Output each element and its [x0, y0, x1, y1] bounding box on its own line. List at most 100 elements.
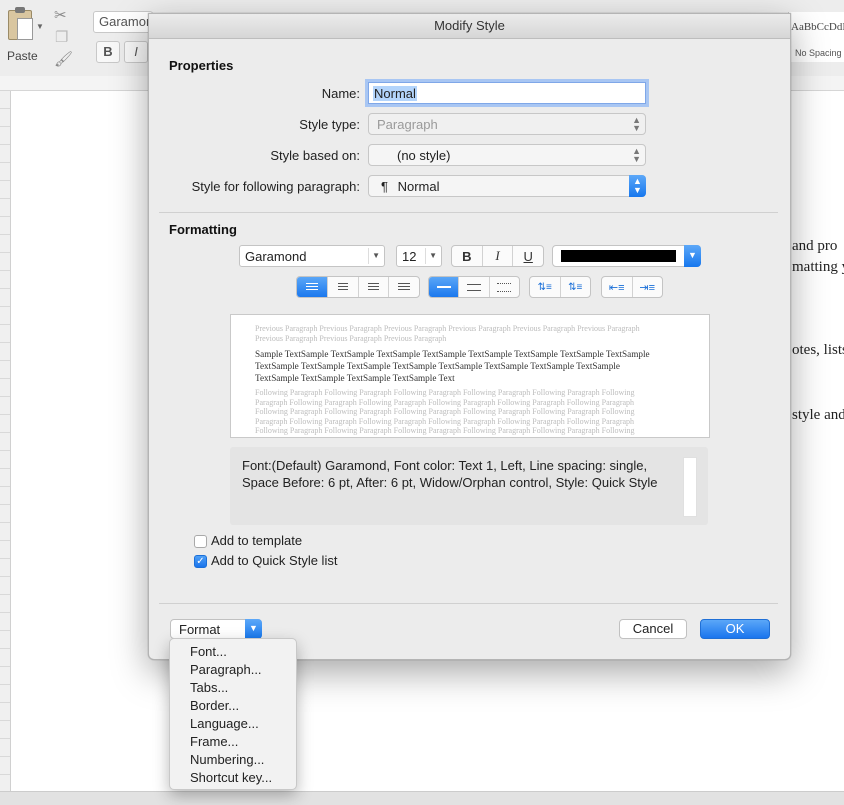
paste-button[interactable]: ▼ Paste: [2, 4, 44, 64]
increase-indent-icon: ⇥≡: [639, 281, 656, 294]
font-style-group: B I U: [451, 245, 544, 267]
properties-heading: Properties: [169, 58, 234, 73]
format-label: Format: [179, 622, 221, 637]
document-line: style and: [792, 407, 844, 423]
increase-indent-button[interactable]: ⇥≡: [633, 277, 663, 297]
font-combo[interactable]: Garamond ▼: [239, 245, 385, 267]
format-popup-button[interactable]: Format ▼: [170, 619, 262, 639]
decrease-indent-icon: ⇤≡: [608, 281, 625, 294]
justify-button[interactable]: [389, 277, 419, 297]
name-label: Name:: [321, 86, 360, 101]
modify-style-dialog: Modify Style Properties Name: Normal Sty…: [148, 13, 791, 660]
add-to-template-checkbox[interactable]: [194, 535, 207, 548]
formatting-heading: Formatting: [169, 222, 237, 237]
following-label: Style for following paragraph:: [191, 179, 360, 194]
chevron-down-icon: ▼: [684, 245, 701, 267]
document-line: and pro: [792, 238, 838, 254]
size-value: 12: [402, 249, 417, 264]
paste-paper-icon: [17, 18, 33, 40]
menu-item-frame[interactable]: Frame...: [170, 733, 296, 751]
font-color-picker[interactable]: ▼: [552, 245, 701, 267]
indent-group: ⇤≡ ⇥≡: [601, 276, 663, 298]
document-line: matting y: [792, 259, 844, 275]
updown-chevron-icon: ▲ ▼: [632, 115, 641, 133]
style-type-value: Paragraph: [377, 117, 438, 132]
menu-item-language[interactable]: Language...: [170, 715, 296, 733]
chevron-down-icon: ▼: [36, 22, 44, 31]
spacing-before-icon: ⇅≡: [537, 281, 552, 293]
paragraph-mark-icon: ¶: [381, 179, 388, 194]
vertical-ruler: [0, 91, 11, 791]
align-center-icon: [337, 282, 348, 292]
paste-label: Paste: [7, 49, 38, 63]
alignment-group: [296, 276, 420, 298]
align-left-icon: [305, 282, 318, 292]
align-right-button[interactable]: [359, 277, 390, 297]
style-type-label: Style type:: [299, 117, 360, 132]
based-on-value: (no style): [397, 148, 451, 163]
menu-item-border[interactable]: Border...: [170, 697, 296, 715]
style-type-popup: Paragraph ▲ ▼: [368, 113, 646, 135]
preview-following-paragraph: Following Paragraph Following Paragraph …: [255, 388, 635, 437]
cut-icon[interactable]: ✂: [54, 6, 67, 24]
preview-previous-paragraph: Previous Paragraph Previous Paragraph Pr…: [255, 324, 640, 343]
italic-button[interactable]: I: [483, 246, 514, 266]
styles-gallery[interactable]: AaBbCcDdE No Spacing: [788, 12, 844, 62]
underline-button[interactable]: U: [513, 246, 543, 266]
align-center-button[interactable]: [328, 277, 359, 297]
align-left-button[interactable]: [297, 277, 328, 297]
menu-item-tabs[interactable]: Tabs...: [170, 679, 296, 697]
preview-sample-text: Sample TextSample TextSample TextSample …: [255, 349, 650, 383]
chevron-down-icon: ▼: [372, 251, 380, 260]
justify-icon: [398, 282, 411, 292]
menu-item-paragraph[interactable]: Paragraph...: [170, 661, 296, 679]
checkmark-icon: ✓: [196, 556, 205, 567]
font-value: Garamond: [245, 249, 307, 264]
one-half-spacing-button[interactable]: [459, 277, 490, 297]
updown-chevron-icon: ▲ ▼: [632, 146, 641, 164]
single-spacing-icon: [436, 286, 451, 288]
single-spacing-button[interactable]: [429, 277, 460, 297]
following-popup[interactable]: ¶ Normal ▲ ▼: [368, 175, 646, 197]
style-description: Font:(Default) Garamond, Font color: Tex…: [230, 447, 708, 525]
separator: [159, 603, 778, 604]
decrease-indent-button[interactable]: ⇤≡: [602, 277, 633, 297]
bold-button[interactable]: B: [452, 246, 483, 266]
style-preview: Previous Paragraph Previous Paragraph Pr…: [230, 314, 710, 438]
separator: [159, 212, 778, 213]
style-name-no-spacing: No Spacing: [795, 48, 842, 58]
menu-item-numbering[interactable]: Numbering...: [170, 751, 296, 769]
ok-button[interactable]: OK: [700, 619, 770, 639]
line-spacing-group: [428, 276, 520, 298]
ribbon-bold-button[interactable]: B: [96, 41, 120, 63]
add-to-quick-style-checkbox[interactable]: ✓: [194, 555, 207, 568]
one-half-spacing-icon: [466, 283, 481, 291]
name-field[interactable]: Normal: [368, 82, 646, 104]
align-right-icon: [367, 282, 379, 292]
based-on-label: Style based on:: [270, 148, 360, 163]
copy-icon[interactable]: ❐: [55, 28, 68, 46]
double-spacing-icon: [497, 282, 512, 292]
ribbon-italic-button[interactable]: I: [124, 41, 148, 63]
size-combo[interactable]: 12 ▼: [396, 245, 442, 267]
ribbon-font-name[interactable]: Garamon: [93, 11, 153, 33]
chevron-down-icon: ▼: [429, 251, 437, 260]
menu-item-font[interactable]: Font...: [170, 643, 296, 661]
description-scrollbar[interactable]: [683, 457, 697, 517]
document-line: otes, lists: [792, 342, 844, 358]
decrease-spacing-button[interactable]: ⇅≡: [530, 277, 561, 297]
based-on-popup[interactable]: (no style) ▲ ▼: [368, 144, 646, 166]
name-value: Normal: [373, 86, 417, 101]
menu-item-shortcut-key[interactable]: Shortcut key...: [170, 769, 296, 787]
format-menu: Font... Paragraph... Tabs... Border... L…: [169, 638, 297, 790]
add-to-quick-style-label: Add to Quick Style list: [211, 553, 338, 568]
combo-divider: [425, 248, 426, 264]
format-painter-icon[interactable]: 🖌: [54, 50, 73, 68]
combo-divider: [368, 248, 369, 264]
increase-spacing-button[interactable]: ⇅≡: [561, 277, 591, 297]
paragraph-spacing-group: ⇅≡ ⇅≡: [529, 276, 591, 298]
double-spacing-button[interactable]: [490, 277, 519, 297]
status-bar: [0, 791, 844, 805]
following-value: Normal: [397, 179, 440, 194]
cancel-button[interactable]: Cancel: [619, 619, 687, 639]
